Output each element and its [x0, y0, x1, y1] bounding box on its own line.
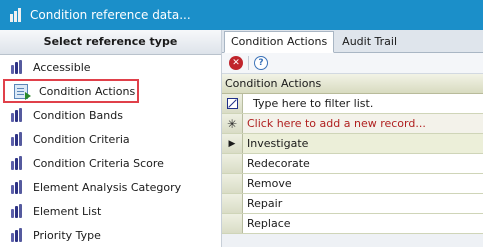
reference-item-condition-bands[interactable]: Condition Bands — [0, 103, 221, 127]
table-row[interactable]: Replace — [222, 214, 483, 234]
app-icon — [10, 8, 22, 22]
filter-row[interactable]: Type here to filter list. — [222, 94, 483, 114]
reference-type-panel: Select reference type Accessible Conditi… — [0, 30, 222, 247]
grid-toolbar: ✕ ? — [222, 53, 483, 74]
reference-bars-icon — [11, 60, 24, 74]
reference-bars-icon — [11, 132, 24, 146]
add-record-icon: ✳ — [222, 114, 243, 133]
reference-item-condition-actions[interactable]: Condition Actions — [3, 79, 139, 103]
reference-item-priority-type[interactable]: Priority Type — [0, 223, 221, 247]
table-row[interactable]: ▶ Investigate — [222, 134, 483, 154]
reference-item-label: Condition Bands — [33, 108, 123, 122]
reference-item-label: Element Analysis Category — [33, 180, 182, 194]
reference-item-condition-criteria[interactable]: Condition Criteria — [0, 127, 221, 151]
tab-audit-trail[interactable]: Audit Trail — [336, 32, 403, 52]
reference-item-label: Condition Criteria Score — [33, 156, 164, 170]
table-cell[interactable]: Redecorate — [243, 154, 483, 173]
current-row-indicator-icon: ▶ — [222, 134, 243, 153]
reference-type-list: Accessible Condition Actions Condition B… — [0, 55, 221, 247]
reference-type-header: Select reference type — [0, 30, 221, 55]
condition-actions-icon — [14, 83, 31, 100]
reference-item-label: Element List — [33, 204, 102, 218]
reference-item-accessible[interactable]: Accessible — [0, 55, 221, 79]
row-header[interactable] — [222, 214, 243, 233]
reference-bars-icon — [11, 108, 24, 122]
reference-item-label: Priority Type — [33, 228, 101, 242]
reference-bars-icon — [11, 180, 24, 194]
reference-item-label: Condition Actions — [39, 84, 136, 98]
filter-row-header — [222, 94, 243, 113]
table-cell[interactable]: Replace — [243, 214, 483, 233]
reference-item-element-list[interactable]: Element List — [0, 199, 221, 223]
grid-caption: Condition Actions — [222, 74, 483, 94]
filter-input[interactable]: Type here to filter list. — [243, 94, 483, 113]
add-record-row[interactable]: ✳ Click here to add a new record... — [222, 114, 483, 134]
reference-detail-panel: Condition Actions Audit Trail ✕ ? Condit… — [222, 30, 483, 247]
window-title: Condition reference data... — [30, 8, 191, 22]
row-header[interactable] — [222, 154, 243, 173]
reference-item-condition-criteria-score[interactable]: Condition Criteria Score — [0, 151, 221, 175]
reference-bars-icon — [11, 156, 24, 170]
table-cell[interactable]: Remove — [243, 174, 483, 193]
row-header[interactable] — [222, 174, 243, 193]
table-row[interactable]: Remove — [222, 174, 483, 194]
toolbar-separator — [248, 56, 249, 70]
reference-bars-icon — [11, 228, 24, 242]
title-bar: Condition reference data... — [0, 0, 483, 30]
tab-strip: Condition Actions Audit Trail — [222, 30, 483, 53]
row-header[interactable] — [222, 194, 243, 213]
reference-item-label: Accessible — [33, 60, 91, 74]
reference-item-label: Condition Criteria — [33, 132, 130, 146]
table-row[interactable]: Repair — [222, 194, 483, 214]
condition-actions-grid: Condition Actions Type here to filter li… — [222, 74, 483, 234]
help-icon[interactable]: ? — [254, 56, 268, 70]
reference-bars-icon — [11, 204, 24, 218]
filter-icon — [226, 98, 238, 109]
reference-item-element-analysis-category[interactable]: Element Analysis Category — [0, 175, 221, 199]
delete-icon[interactable]: ✕ — [229, 56, 243, 70]
table-row[interactable]: Redecorate — [222, 154, 483, 174]
table-cell[interactable]: Investigate — [243, 134, 483, 153]
add-record-label[interactable]: Click here to add a new record... — [243, 114, 483, 133]
tab-condition-actions[interactable]: Condition Actions — [224, 31, 335, 53]
table-cell[interactable]: Repair — [243, 194, 483, 213]
